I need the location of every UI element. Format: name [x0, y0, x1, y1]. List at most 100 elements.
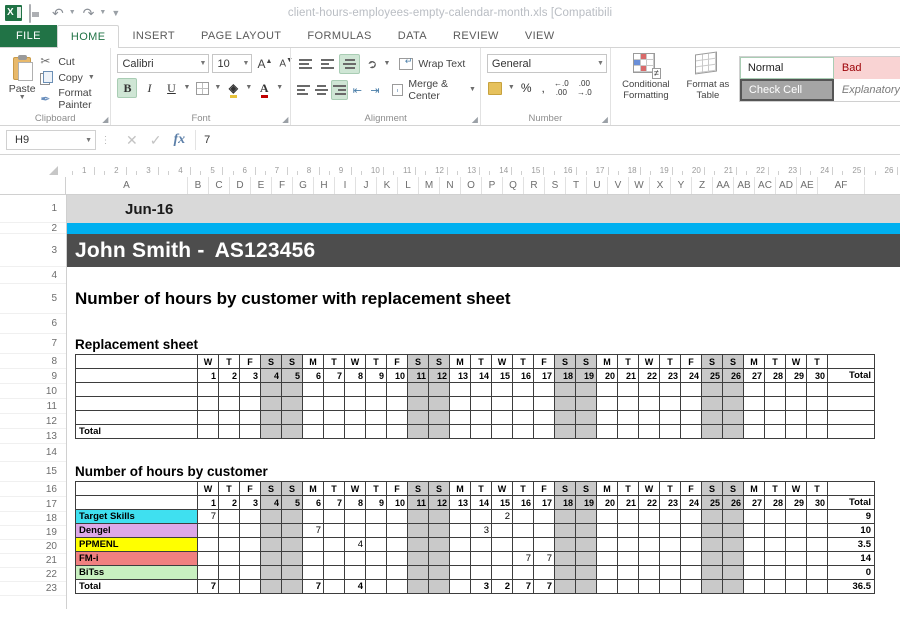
hours-cell-day-3[interactable] — [240, 411, 261, 425]
row-header-5[interactable]: 5 — [0, 284, 66, 314]
hours-cell-day-18[interactable] — [555, 580, 576, 594]
hours-cell-day-1[interactable] — [198, 524, 219, 538]
hours-cell-day-15[interactable] — [492, 383, 513, 397]
hours-cell-day-11[interactable] — [408, 397, 429, 411]
hours-cell-day-1[interactable] — [198, 566, 219, 580]
hours-cell-day-14[interactable] — [471, 411, 492, 425]
hours-cell-day-13[interactable] — [450, 524, 471, 538]
hours-cell-day-17[interactable] — [534, 524, 555, 538]
hours-cell-day-9[interactable] — [366, 552, 387, 566]
hours-cell-day-13[interactable] — [450, 397, 471, 411]
hours-cell-day-20[interactable] — [597, 425, 618, 439]
accounting-format-button[interactable] — [485, 78, 506, 98]
row-header-6[interactable]: 6 — [0, 314, 66, 334]
row-header-10[interactable]: 10 — [0, 384, 66, 399]
table-row[interactable]: Target Skills729 — [76, 510, 875, 524]
column-header-F[interactable]: F — [272, 177, 293, 194]
font-name-combo[interactable]: Calibri ▼ — [117, 54, 209, 73]
hours-cell-day-27[interactable] — [744, 425, 765, 439]
column-header-H[interactable]: H — [314, 177, 335, 194]
font-color-button[interactable]: A — [254, 78, 274, 98]
hours-cell-day-3[interactable] — [240, 383, 261, 397]
hours-cell-day-16[interactable] — [513, 538, 534, 552]
hours-cell-day-18[interactable] — [555, 510, 576, 524]
hours-cell-day-14[interactable] — [471, 566, 492, 580]
hours-cell-day-5[interactable] — [282, 425, 303, 439]
hours-cell-day-7[interactable] — [324, 552, 345, 566]
hours-cell-day-2[interactable] — [219, 580, 240, 594]
hours-cell-day-10[interactable] — [387, 383, 408, 397]
hours-cell-day-20[interactable] — [597, 552, 618, 566]
hours-cell-day-18[interactable] — [555, 566, 576, 580]
hours-cell-day-10[interactable] — [387, 411, 408, 425]
hours-cell-day-3[interactable] — [240, 397, 261, 411]
hours-cell-day-12[interactable] — [429, 411, 450, 425]
hours-cell-day-12[interactable] — [429, 566, 450, 580]
hours-cell-day-22[interactable] — [639, 566, 660, 580]
hours-cell-day-17[interactable] — [534, 566, 555, 580]
hours-cell-day-29[interactable] — [786, 397, 807, 411]
row-total-cell[interactable] — [828, 411, 875, 425]
conditional-formatting-button[interactable]: ≠ Conditional Formatting — [615, 50, 677, 101]
undo-dropdown-icon[interactable]: ▼ — [69, 9, 76, 16]
hours-cell-day-10[interactable] — [387, 397, 408, 411]
hours-cell-day-30[interactable] — [807, 383, 828, 397]
hours-cell-day-1[interactable] — [198, 538, 219, 552]
row-header-12[interactable]: 12 — [0, 414, 66, 429]
hours-cell-day-4[interactable] — [261, 538, 282, 552]
hours-cell-day-6[interactable] — [303, 425, 324, 439]
hours-cell-day-17[interactable]: 7 — [534, 580, 555, 594]
paste-button[interactable]: Paste ▼ — [4, 50, 40, 101]
style-explanatory[interactable]: Explanatory — [834, 79, 900, 101]
hours-cell-day-28[interactable] — [765, 566, 786, 580]
hours-cell-day-7[interactable] — [324, 580, 345, 594]
row-label-customer[interactable] — [76, 397, 198, 411]
hours-cell-day-5[interactable] — [282, 397, 303, 411]
hours-cell-day-27[interactable] — [744, 383, 765, 397]
hours-cell-day-22[interactable] — [639, 383, 660, 397]
column-header-B[interactable]: B — [188, 177, 209, 194]
row-header-7[interactable]: 7 — [0, 334, 66, 354]
hours-cell-day-29[interactable] — [786, 411, 807, 425]
hours-cell-day-28[interactable] — [765, 411, 786, 425]
hours-cell-day-16[interactable] — [513, 411, 534, 425]
hours-cell-day-26[interactable] — [723, 383, 744, 397]
hours-cell-day-23[interactable] — [660, 566, 681, 580]
select-all-icon[interactable] — [49, 166, 58, 175]
cancel-entry-icon[interactable]: ✕ — [126, 132, 138, 149]
hours-cell-day-17[interactable] — [534, 397, 555, 411]
hours-cell-day-4[interactable] — [261, 552, 282, 566]
column-header-AD[interactable]: AD — [776, 177, 797, 194]
hours-cell-day-4[interactable] — [261, 425, 282, 439]
row-label-customer[interactable] — [76, 411, 198, 425]
row-header-16[interactable]: 16 — [0, 482, 66, 497]
column-header-W[interactable]: W — [629, 177, 650, 194]
hours-cell-day-19[interactable] — [576, 425, 597, 439]
hours-cell-day-29[interactable] — [786, 510, 807, 524]
row-header-23[interactable]: 23 — [0, 582, 66, 596]
hours-cell-day-3[interactable] — [240, 510, 261, 524]
hours-cell-day-9[interactable] — [366, 425, 387, 439]
cut-button[interactable]: ✂ Cut — [40, 55, 106, 68]
redo-icon[interactable]: ↷ — [83, 5, 95, 21]
hours-cell-day-30[interactable] — [807, 524, 828, 538]
row-total-cell[interactable]: 10 — [828, 524, 875, 538]
hours-cell-day-22[interactable] — [639, 510, 660, 524]
hours-cell-day-26[interactable] — [723, 566, 744, 580]
hours-cell-day-14[interactable] — [471, 383, 492, 397]
hours-cell-day-15[interactable] — [492, 552, 513, 566]
row-header-22[interactable]: 22 — [0, 568, 66, 582]
hours-cell-day-5[interactable] — [282, 552, 303, 566]
hours-cell-day-2[interactable] — [219, 510, 240, 524]
table-row[interactable]: FM-i7714 — [76, 552, 875, 566]
hours-cell-day-10[interactable] — [387, 552, 408, 566]
hours-cell-day-18[interactable] — [555, 397, 576, 411]
column-header-N[interactable]: N — [440, 177, 461, 194]
hours-cell-day-2[interactable] — [219, 538, 240, 552]
row-total-cell[interactable] — [828, 383, 875, 397]
column-header-V[interactable]: V — [608, 177, 629, 194]
row-label-customer[interactable]: BiTss — [76, 566, 198, 580]
row-label-customer[interactable]: PPMENL — [76, 538, 198, 552]
column-header-A[interactable]: A — [66, 177, 188, 194]
bold-button[interactable]: B — [117, 78, 137, 98]
